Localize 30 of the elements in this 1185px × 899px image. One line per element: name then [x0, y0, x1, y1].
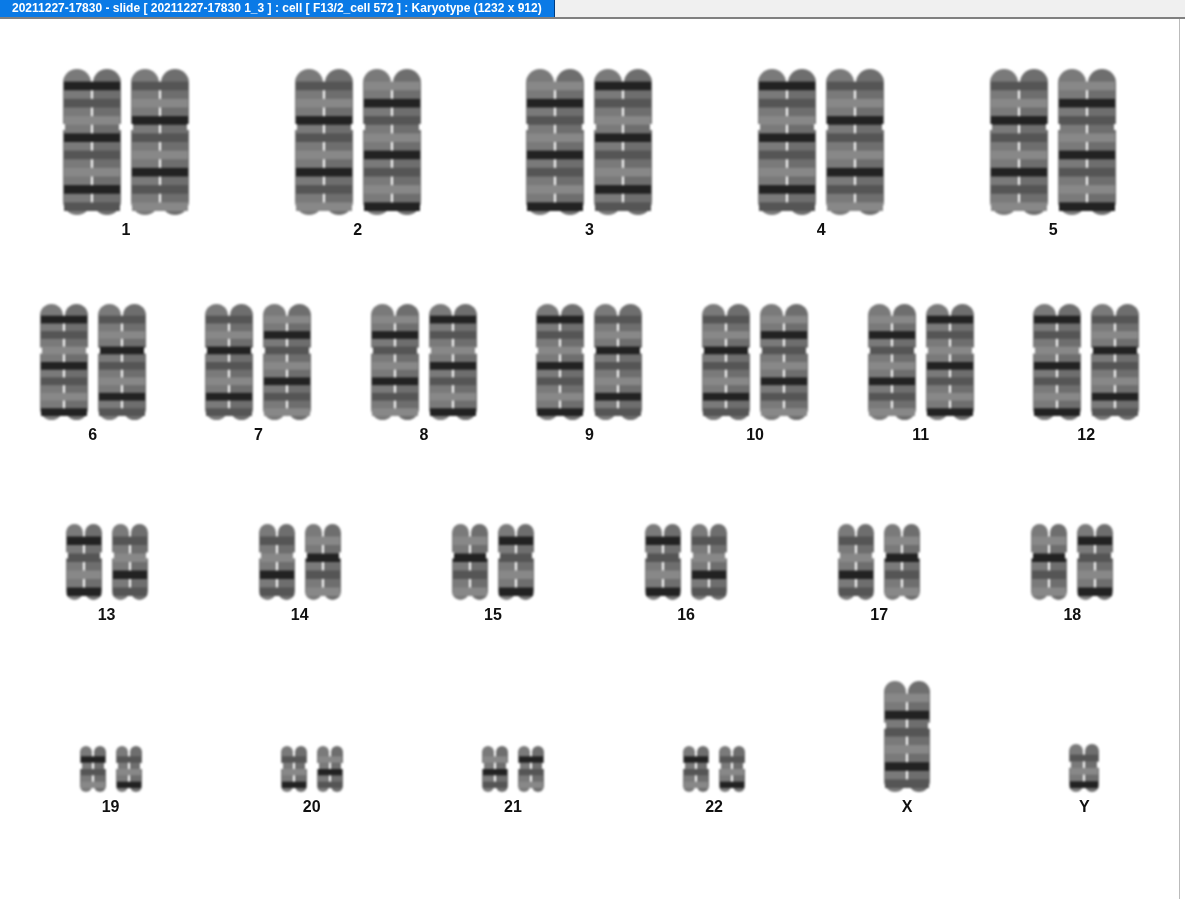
chromosome-label: 10 — [746, 426, 764, 444]
chromosome-label: 3 — [585, 221, 594, 239]
window-title[interactable]: 20211227-17830 - slide [ 20211227-17830 1_3 ] : cell [ F13/2_cell 572 ] : Karyotype (1232 x 912) — [0, 0, 555, 17]
chromosome-label: 22 — [705, 798, 723, 816]
chromosome-label: 17 — [870, 606, 889, 624]
chromosome-pair-drawing — [77, 744, 144, 794]
chromosome-label: 20 — [302, 798, 321, 816]
chromosome-label: 11 — [912, 426, 930, 444]
chromosome-label: 6 — [88, 426, 98, 444]
chromosome-label: X — [901, 798, 913, 816]
chromosome-label: 7 — [253, 426, 263, 444]
chromosome-pair-drawing — [681, 744, 748, 794]
chromosome-label: Y — [1079, 798, 1090, 816]
chromosome-label: 19 — [101, 798, 120, 816]
chromosome-label: 1 — [121, 221, 131, 239]
chromosome-label: 15 — [484, 606, 502, 624]
chromosome-label: 13 — [97, 606, 116, 624]
chromosome-label: 8 — [419, 426, 429, 444]
chromosome-label: 16 — [677, 606, 695, 624]
chromosome-pair-drawing — [479, 744, 546, 794]
chromosome-label: 18 — [1063, 606, 1082, 624]
chromosome-label: 9 — [585, 426, 594, 444]
chromosome-pair-drawing — [278, 744, 345, 794]
chromosome-label: 5 — [1048, 221, 1058, 239]
chromosome-label: 2 — [353, 221, 363, 239]
chromosome-label: 12 — [1077, 426, 1096, 444]
chromosome-label: 4 — [816, 221, 826, 239]
chromosome-label: 21 — [504, 798, 522, 816]
chromosome-label: 14 — [290, 606, 309, 624]
chromosome-drawing — [1067, 742, 1102, 794]
